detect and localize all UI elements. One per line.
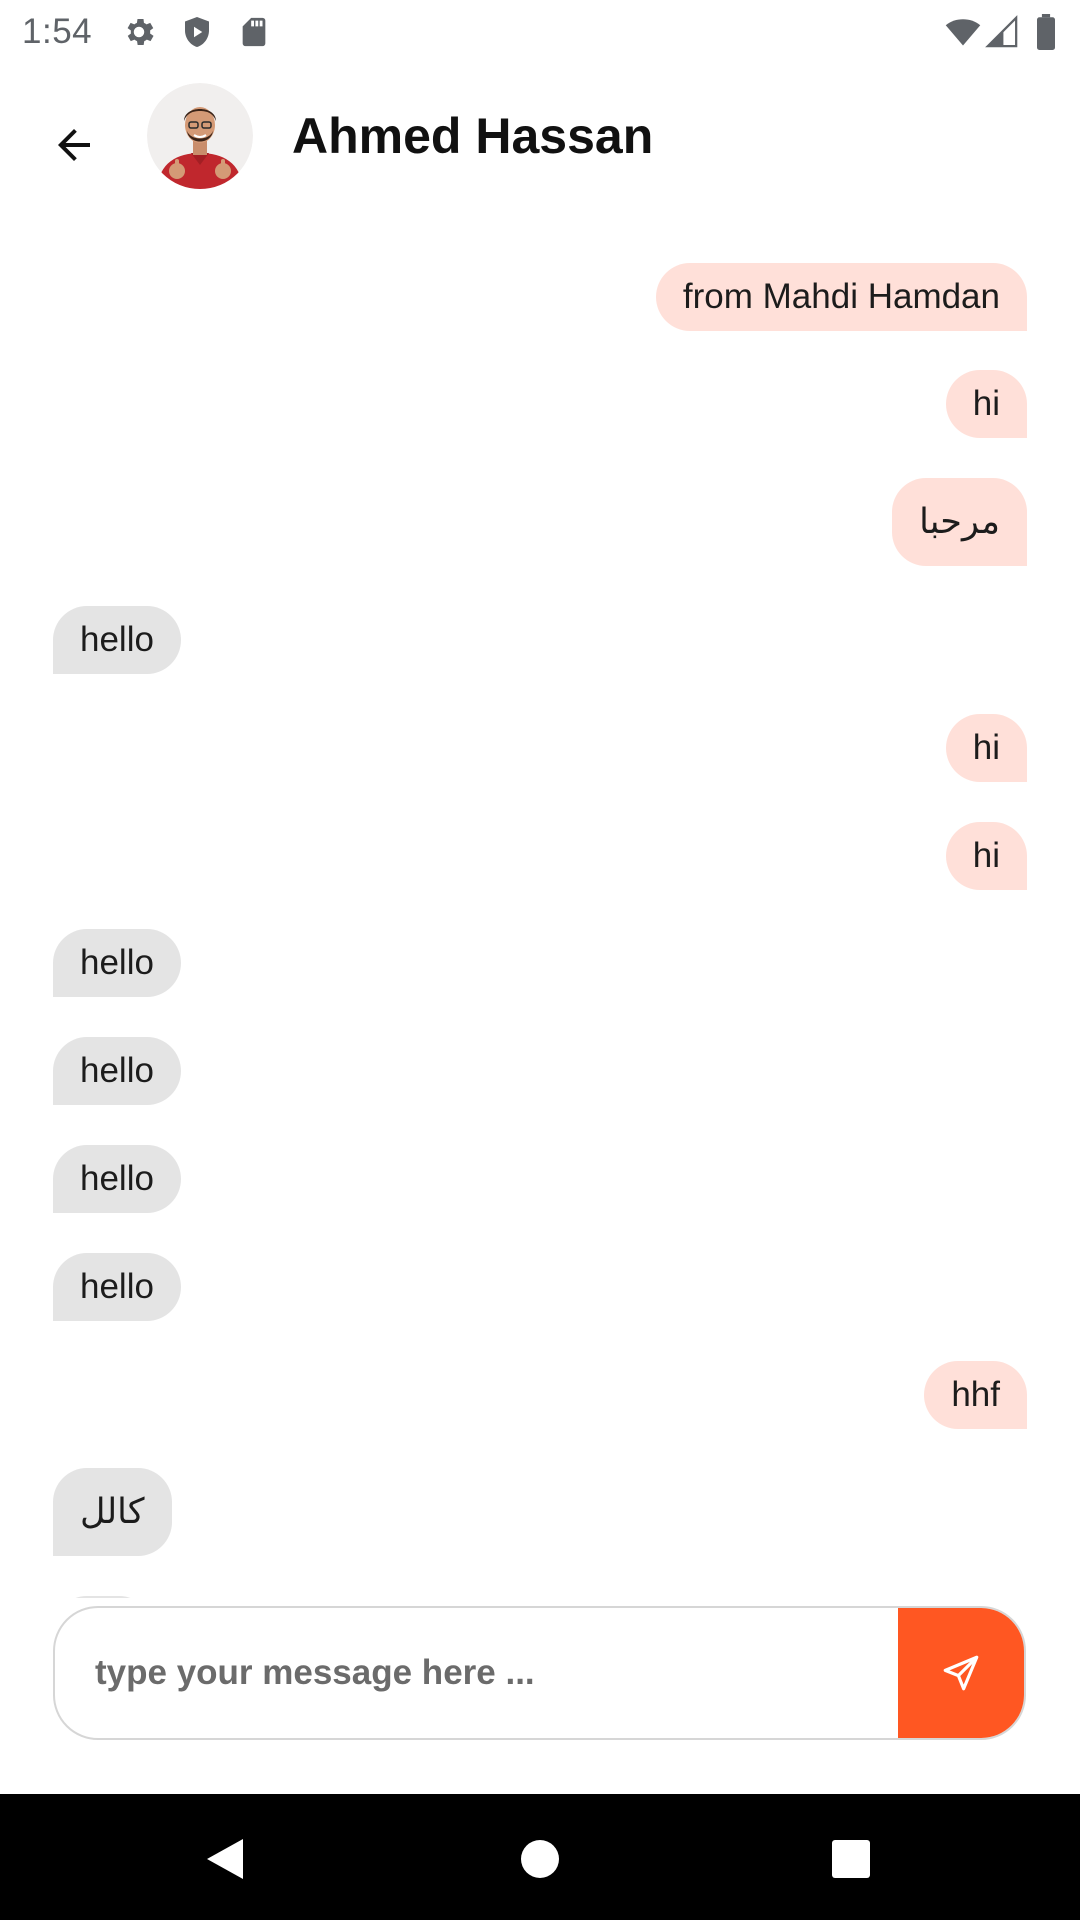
message-input[interactable] xyxy=(55,1608,900,1738)
received-message-bubble[interactable]: كالل xyxy=(53,1468,172,1556)
wifi-icon xyxy=(943,14,983,55)
send-icon xyxy=(943,1655,979,1691)
arrow-back-icon xyxy=(58,129,90,161)
status-time: 1:54 xyxy=(22,12,93,51)
contact-avatar[interactable] xyxy=(147,83,253,189)
message-row: hhf xyxy=(53,1361,1027,1429)
sent-message-bubble[interactable]: hi xyxy=(945,370,1027,438)
back-button[interactable] xyxy=(30,101,118,189)
recents-nav-icon xyxy=(832,1840,870,1878)
message-row: hi xyxy=(53,714,1027,782)
sent-message-bubble[interactable]: hhf xyxy=(924,1361,1027,1429)
message-row: hello xyxy=(53,1253,1027,1321)
message-row: hi xyxy=(53,822,1027,890)
message-row: hello xyxy=(53,929,1027,997)
sd-card-icon xyxy=(237,14,271,55)
sent-message-bubble[interactable]: مرحبا xyxy=(892,478,1027,566)
battery-icon xyxy=(1035,14,1057,55)
message-row: from Mahdi Hamdan xyxy=(53,263,1027,331)
message-row: مرحبا xyxy=(53,478,1027,566)
home-nav-icon xyxy=(521,1840,559,1878)
settings-icon xyxy=(121,14,157,55)
message-row: hello xyxy=(53,1145,1027,1213)
sent-message-bubble[interactable]: from Mahdi Hamdan xyxy=(655,263,1027,331)
sent-message-bubble[interactable]: hi xyxy=(945,822,1027,890)
recents-nav-button[interactable] xyxy=(816,1824,886,1894)
home-nav-button[interactable] xyxy=(505,1824,575,1894)
message-row: hello xyxy=(53,606,1027,674)
contact-name: Ahmed Hassan xyxy=(292,108,654,164)
message-row xyxy=(53,1596,1027,1598)
back-nav-icon xyxy=(207,1839,243,1879)
received-message-bubble[interactable]: hello xyxy=(53,606,181,674)
received-message-bubble-partial[interactable] xyxy=(53,1596,153,1598)
message-row: hi xyxy=(53,370,1027,438)
sent-message-bubble[interactable]: hi xyxy=(945,714,1027,782)
message-list[interactable]: from Mahdi Hamdan hi مرحبا hello hi hi h… xyxy=(0,213,1080,1598)
received-message-bubble[interactable]: hello xyxy=(53,1253,181,1321)
cellular-icon xyxy=(985,14,1019,55)
shield-icon xyxy=(179,14,215,55)
received-message-bubble[interactable]: hello xyxy=(53,1145,181,1213)
navigation-bar xyxy=(0,1794,1080,1920)
send-button[interactable] xyxy=(898,1608,1024,1738)
received-message-bubble[interactable]: hello xyxy=(53,1037,181,1105)
chat-header: Ahmed Hassan xyxy=(0,63,1080,213)
message-composer xyxy=(53,1606,1026,1740)
status-bar: 1:54 xyxy=(0,0,1080,63)
received-message-bubble[interactable]: hello xyxy=(53,929,181,997)
message-row: hello xyxy=(53,1037,1027,1105)
back-nav-button[interactable] xyxy=(190,1824,260,1894)
message-row: كالل xyxy=(53,1468,1027,1556)
chat-screen: 1:54 Ahmed Hassan from Mahdi Hamdan hi م… xyxy=(0,0,1080,1920)
